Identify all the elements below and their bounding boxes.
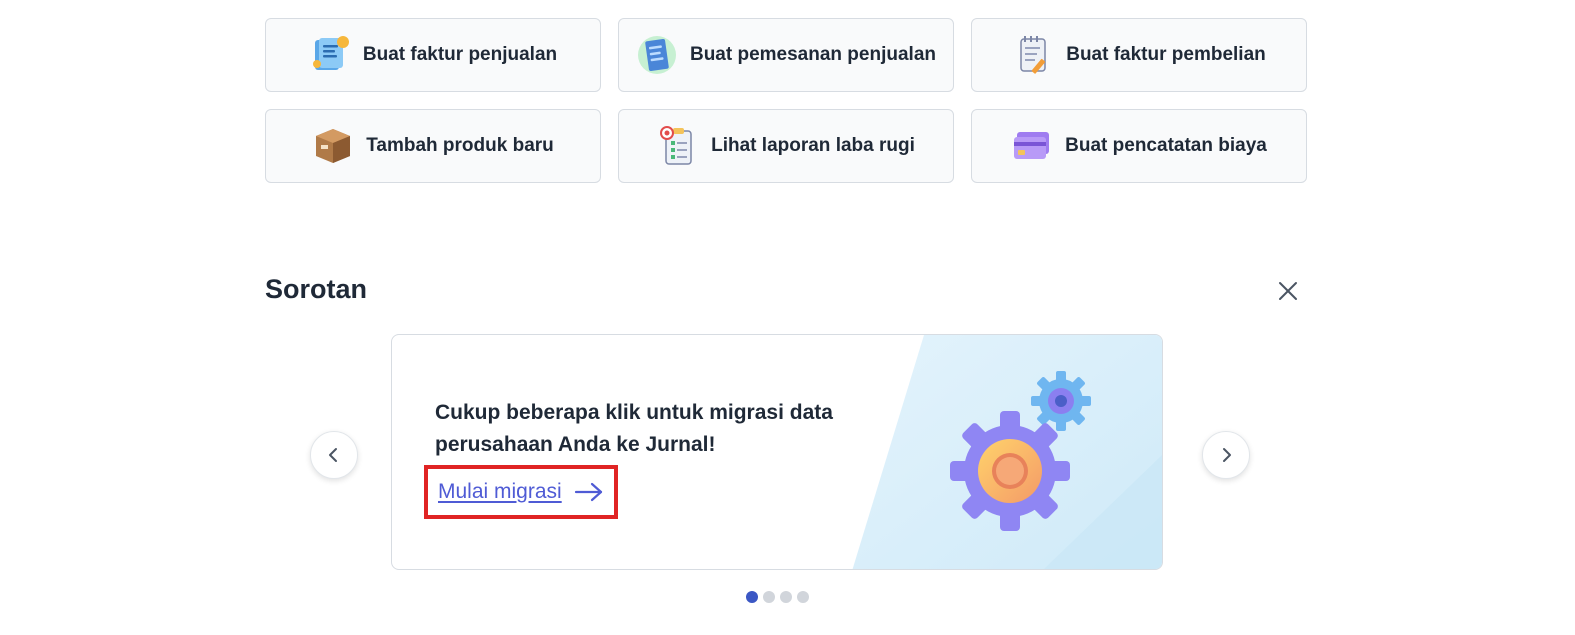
quick-action-label: Lihat laporan laba rugi — [711, 135, 915, 156]
highlight-headline: Cukup beberapa klik untuk migrasi data p… — [435, 401, 833, 456]
arrow-right-icon — [574, 482, 602, 502]
carousel-dot-2[interactable] — [763, 591, 775, 603]
quick-action-label: Tambah produk baru — [366, 135, 554, 156]
carousel-prev-button[interactable] — [310, 431, 358, 479]
carousel-dot-3[interactable] — [780, 591, 792, 603]
quick-actions-grid: Buat faktur penjualan Buat pemesanan pen… — [265, 18, 1308, 183]
highlight-card: Cukup beberapa klik untuk migrasi data p… — [391, 334, 1163, 570]
start-migration-link[interactable]: Mulai migrasi — [424, 465, 618, 519]
small-gear-icon — [1031, 371, 1091, 431]
quick-action-sales-order[interactable]: Buat pemesanan penjualan — [618, 18, 954, 92]
start-migration-label: Mulai migrasi — [438, 480, 562, 503]
sales-invoice-icon — [309, 34, 351, 76]
chevron-right-icon — [1223, 448, 1231, 462]
carousel-dot-4[interactable] — [797, 591, 809, 603]
quick-action-label: Buat pencatatan biaya — [1065, 135, 1267, 156]
migration-gears-illustration — [852, 335, 1162, 569]
carousel-pagination — [746, 591, 809, 603]
quick-action-label: Buat faktur pembelian — [1066, 44, 1266, 65]
carousel-dot-1[interactable] — [746, 591, 758, 603]
quick-action-expense-record[interactable]: Buat pencatatan biaya — [971, 109, 1307, 183]
product-box-icon — [312, 125, 354, 167]
close-icon — [1279, 282, 1297, 300]
sales-order-icon — [636, 34, 678, 76]
quick-action-add-product[interactable]: Tambah produk baru — [265, 109, 601, 183]
carousel-next-button[interactable] — [1202, 431, 1250, 479]
section-title: Sorotan — [265, 274, 368, 304]
quick-action-label: Buat pemesanan penjualan — [689, 44, 936, 65]
quick-action-purchase-invoice[interactable]: Buat faktur pembelian — [971, 18, 1307, 92]
large-gear-icon — [950, 411, 1070, 531]
quick-action-sales-invoice[interactable]: Buat faktur penjualan — [265, 18, 601, 92]
report-clipboard-icon — [657, 125, 699, 167]
chevron-left-icon — [329, 448, 337, 462]
quick-action-profit-loss-report[interactable]: Lihat laporan laba rugi — [618, 109, 954, 183]
purchase-invoice-icon — [1012, 34, 1054, 76]
quick-action-label: Buat faktur penjualan — [362, 44, 558, 65]
expense-card-icon — [1011, 125, 1053, 167]
close-highlights-button[interactable] — [1272, 275, 1304, 307]
